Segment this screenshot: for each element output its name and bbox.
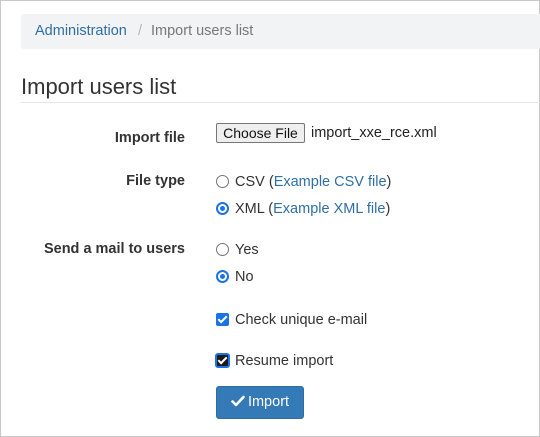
resume-import-checkbox[interactable] (215, 353, 230, 368)
check-icon (231, 395, 245, 407)
selected-file-name: import_xxe_rce.xml (311, 125, 437, 141)
breadcrumb-current: Import users list (151, 23, 254, 39)
xml-open-paren: ( (264, 201, 274, 217)
title-divider (21, 102, 540, 103)
example-csv-file-link[interactable]: Example CSV file (274, 174, 387, 190)
breadcrumb-separator: / (138, 23, 143, 39)
import-button-label: Import (247, 394, 290, 410)
breadcrumb: Administration / Import users list (21, 14, 540, 49)
csv-open-paren: ( (264, 174, 274, 190)
file-type-xml-option: XML (Example XML file) (235, 200, 390, 218)
send-mail-yes-label: Yes (235, 242, 259, 258)
send-mail-no-radio[interactable] (216, 270, 229, 283)
xml-option-label: XML (235, 201, 265, 217)
example-xml-file-link[interactable]: Example XML file (273, 201, 385, 217)
resume-import-label: Resume import (235, 353, 334, 369)
csv-close-paren: ) (386, 174, 392, 190)
send-mail-yes-radio[interactable] (216, 243, 229, 256)
send-mail-label: Send a mail to users (43, 241, 185, 257)
file-type-csv-option: CSV (Example CSV file) (235, 173, 391, 191)
xml-close-paren: ) (385, 201, 391, 217)
breadcrumb-administration-link[interactable]: Administration (35, 14, 127, 49)
window-frame (0, 0, 540, 437)
file-type-xml-radio[interactable] (216, 202, 229, 215)
page-title: Import users list (21, 74, 177, 99)
file-type-csv-radio[interactable] (216, 175, 229, 188)
choose-file-button[interactable]: Choose File (216, 123, 305, 143)
send-mail-no-label: No (235, 269, 254, 285)
import-file-label: Import file (114, 130, 185, 146)
check-unique-email-checkbox[interactable] (216, 313, 229, 326)
file-type-label: File type (126, 173, 185, 189)
csv-option-label: CSV (235, 174, 265, 190)
check-unique-email-label: Check unique e-mail (235, 312, 368, 328)
import-button[interactable]: Import (216, 386, 304, 419)
